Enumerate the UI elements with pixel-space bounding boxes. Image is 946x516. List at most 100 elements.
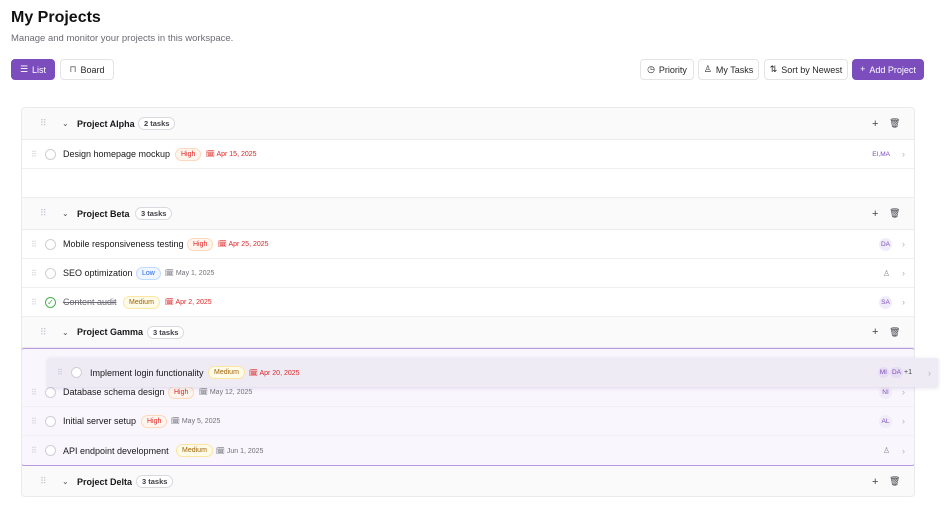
drag-handle-icon[interactable]: ⠿: [31, 417, 37, 426]
priority-badge: High: [175, 147, 202, 161]
sort-icon: ⇅: [769, 64, 778, 74]
avatar: EI,MA: [870, 147, 892, 161]
add-project-label: Add Project: [869, 64, 916, 75]
trash-icon[interactable]: 🗑: [889, 118, 900, 129]
chevron-right-icon[interactable]: ›: [902, 416, 905, 426]
sort-button[interactable]: ⇅ Sort by Newest: [764, 59, 848, 80]
chevron-right-icon[interactable]: ›: [902, 268, 905, 278]
drag-handle-icon[interactable]: ⠿: [31, 240, 37, 249]
avatar: DA: [878, 237, 892, 251]
due-date-text: Apr 20, 2025: [259, 369, 300, 377]
due-date: 🗓 Apr 15, 2025: [206, 151, 257, 158]
drag-handle-icon[interactable]: ⠿: [40, 118, 47, 129]
group-header-beta[interactable]: ⠿ ⌄ Project Beta 3 tasks + 🗑: [22, 198, 914, 230]
add-project-button[interactable]: + Add Project: [852, 59, 924, 80]
dragging-task-row[interactable]: ⠿ Implement login functionality Medium 🗓…: [48, 358, 938, 387]
task-row[interactable]: ⠿ API endpoint development Medium 🗓 Jun …: [22, 436, 914, 465]
chevron-right-icon[interactable]: ›: [902, 239, 905, 249]
priority-badge: High: [168, 385, 195, 399]
list-view-button[interactable]: ☰ List: [11, 59, 55, 80]
trash-icon[interactable]: 🗑: [889, 208, 900, 219]
chevron-right-icon[interactable]: ›: [902, 297, 905, 307]
priority-badge: Low: [136, 266, 161, 280]
task-name: SEO optimization: [63, 268, 133, 278]
task-checkbox-checked[interactable]: ✓: [45, 296, 56, 308]
task-count-badge: 3 tasks: [136, 475, 174, 488]
task-name: Database schema design: [63, 387, 165, 397]
sort-label: Sort by Newest: [781, 64, 843, 75]
task-checkbox[interactable]: [71, 367, 82, 378]
due-date: 🗓 Apr 20, 2025: [249, 369, 300, 377]
chevron-down-icon[interactable]: ⌄: [62, 477, 69, 486]
trash-icon[interactable]: 🗑: [889, 327, 900, 338]
due-date-text: May 5, 2025: [181, 418, 221, 425]
group-name: Project Gamma: [77, 327, 144, 337]
avatar: MI: [877, 367, 889, 378]
drag-handle-icon[interactable]: ⠿: [40, 476, 47, 487]
drag-handle-icon[interactable]: ⠿: [31, 269, 37, 278]
task-row[interactable]: ⠿ ✓ Content audit Medium 🗓 Apr 2, 2025 S…: [22, 288, 914, 317]
chevron-down-icon[interactable]: ⌄: [62, 209, 69, 218]
task-name: Design homepage mockup: [63, 149, 171, 159]
task-row[interactable]: ⠿ SEO optimization Low 🗓 May 1, 2025 ♙ ›: [22, 259, 914, 288]
group-name: Project Beta: [77, 208, 130, 219]
unassigned-user-icon[interactable]: ♙: [883, 446, 890, 455]
add-task-icon[interactable]: +: [872, 326, 878, 338]
avatar: SA: [879, 295, 892, 309]
board-view-button[interactable]: ⊓ Board: [60, 59, 114, 80]
add-task-icon[interactable]: +: [872, 476, 878, 488]
task-row[interactable]: ⠿ Mobile responsiveness testing High 🗓 A…: [22, 230, 914, 259]
drag-handle-icon[interactable]: ⠿: [31, 388, 37, 397]
chevron-down-icon[interactable]: ⌄: [62, 119, 69, 128]
priority-filter-label: Priority: [658, 64, 687, 75]
add-task-icon[interactable]: +: [872, 118, 878, 130]
due-date: 🗓 Jun 1, 2025: [216, 447, 264, 455]
task-checkbox[interactable]: [45, 445, 56, 456]
task-checkbox[interactable]: [45, 238, 56, 250]
more-assignees-count: +1: [904, 369, 912, 376]
chevron-right-icon[interactable]: ›: [902, 387, 905, 397]
due-date-text: May 1, 2025: [175, 270, 215, 277]
task-checkbox[interactable]: [45, 386, 56, 398]
page-subtitle: Manage and monitor your projects in this…: [11, 33, 234, 44]
task-checkbox[interactable]: [45, 148, 56, 160]
task-name: API endpoint development: [63, 445, 169, 456]
user-icon: ♙: [703, 64, 712, 74]
drag-handle-icon[interactable]: ⠿: [31, 150, 37, 159]
task-count-badge: 2 tasks: [138, 117, 176, 130]
group-header-gamma[interactable]: ⠿ ⌄ Project Gamma 3 tasks + 🗑: [22, 317, 914, 348]
drag-handle-icon[interactable]: ⠿: [31, 298, 37, 307]
task-checkbox[interactable]: [45, 267, 56, 279]
task-name: Initial server setup: [63, 416, 137, 426]
drag-handle-icon[interactable]: ⠿: [40, 327, 47, 338]
chevron-right-icon[interactable]: ›: [902, 149, 905, 159]
chevron-right-icon[interactable]: ›: [902, 446, 905, 456]
my-tasks-button[interactable]: ♙ My Tasks: [698, 59, 759, 80]
task-row[interactable]: ⠿ Design homepage mockup High 🗓 Apr 15, …: [22, 140, 914, 169]
priority-badge: High: [141, 414, 168, 428]
task-row[interactable]: ⠿ Initial server setup High 🗓 May 5, 202…: [22, 407, 914, 436]
group-name: Project Delta: [77, 476, 133, 487]
drag-handle-icon[interactable]: ⠿: [57, 368, 63, 377]
drag-handle-icon[interactable]: ⠿: [31, 446, 37, 455]
due-date: 🗓 May 1, 2025: [165, 270, 215, 277]
group-name: Project Alpha: [77, 118, 135, 129]
priority-filter-button[interactable]: ◷ Priority: [640, 59, 694, 80]
due-date-text: May 12, 2025: [209, 389, 253, 396]
trash-icon[interactable]: 🗑: [889, 476, 900, 487]
chevron-right-icon[interactable]: ›: [928, 368, 931, 378]
page-title: My Projects: [11, 9, 101, 26]
unassigned-user-icon[interactable]: ♙: [883, 269, 890, 278]
priority-badge: Medium: [123, 295, 160, 309]
drag-handle-icon[interactable]: ⠿: [40, 208, 47, 219]
task-name: Content audit: [63, 297, 117, 307]
group-header-delta[interactable]: ⠿ ⌄ Project Delta 3 tasks + 🗑: [22, 466, 914, 496]
add-task-icon[interactable]: +: [872, 208, 878, 220]
chevron-down-icon[interactable]: ⌄: [62, 328, 69, 337]
group-header-alpha[interactable]: ⠿ ⌄ Project Alpha 2 tasks + 🗑: [22, 108, 914, 140]
task-checkbox[interactable]: [45, 415, 56, 427]
task-count-badge: 3 tasks: [147, 325, 185, 339]
list-icon: ☰: [19, 64, 29, 74]
due-date-text: Apr 25, 2025: [228, 241, 269, 248]
clock-icon: ◷: [647, 64, 655, 74]
